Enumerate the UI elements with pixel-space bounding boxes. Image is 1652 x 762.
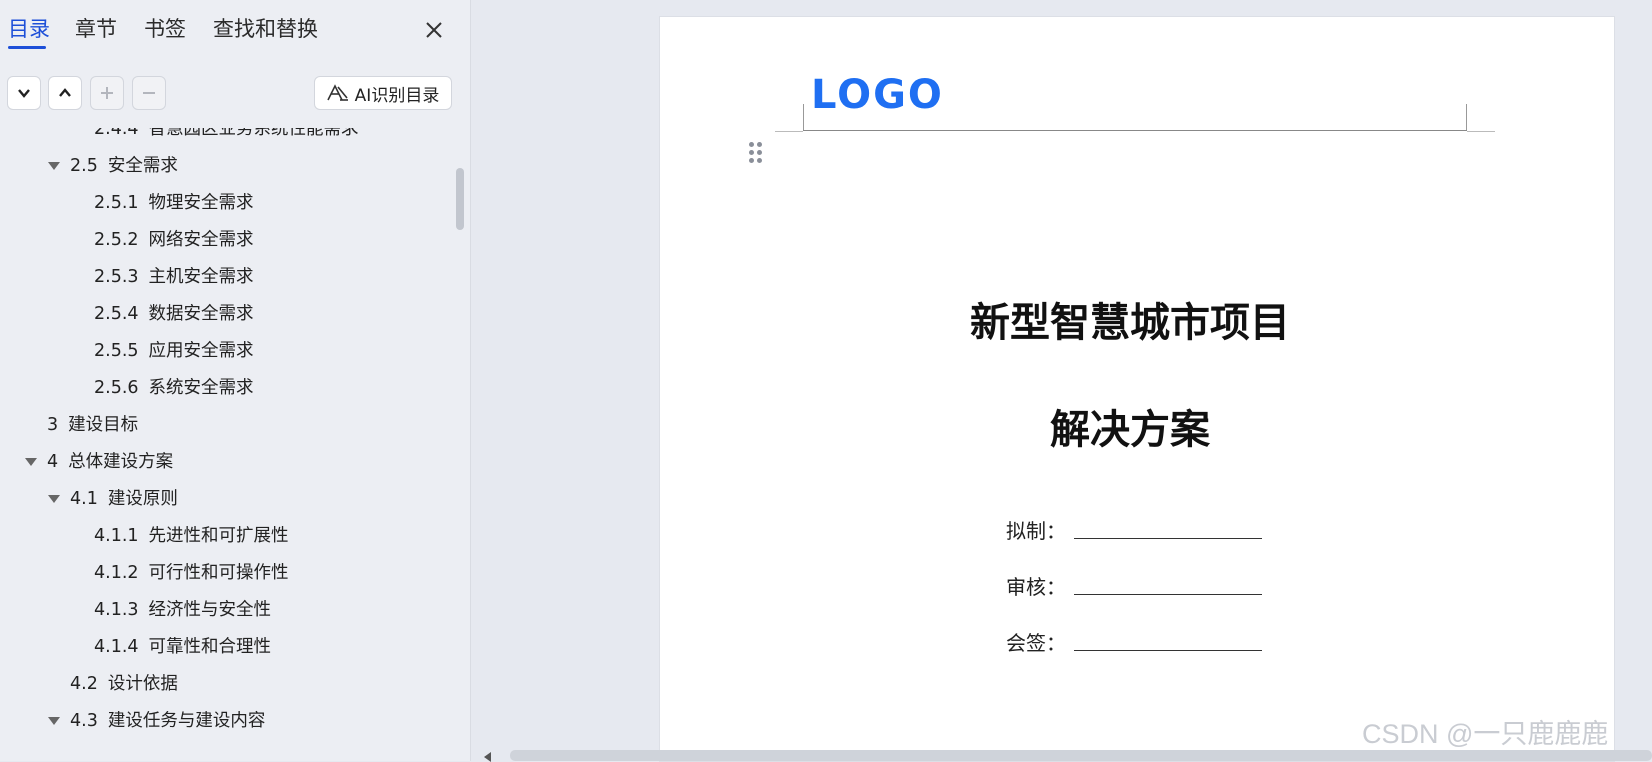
toc-item[interactable]: 4.2 设计依据 — [70, 669, 178, 699]
chevron-down-icon — [18, 89, 30, 98]
navigation-panel: 目录 章节 书签 查找和替换 AI识别目录 2.4.4 智慧园区业务系统性能需求… — [0, 0, 471, 761]
toc-item[interactable]: 2.5.4 数据安全需求 — [94, 299, 254, 329]
expand-all-button[interactable] — [7, 76, 41, 110]
close-icon — [426, 22, 442, 38]
sign-blank-review[interactable] — [1074, 594, 1262, 595]
margin-guide — [1467, 131, 1495, 132]
ai-button-label: AI识别目录 — [354, 85, 440, 106]
active-tab-indicator — [8, 46, 46, 49]
document-title[interactable]: 新型智慧城市项目 — [880, 290, 1380, 348]
collapse-arrow-icon[interactable] — [48, 162, 60, 170]
sign-label-countersign: 会签： — [1006, 631, 1066, 655]
toc-scrollbar[interactable] — [456, 168, 464, 230]
ai-recognize-toc-button[interactable]: AI识别目录 — [314, 76, 452, 110]
collapse-arrow-icon[interactable] — [48, 495, 60, 503]
document-subtitle[interactable]: 解决方案 — [880, 397, 1380, 455]
plus-icon — [101, 87, 113, 99]
toc-item[interactable]: 2.5.2 网络安全需求 — [94, 225, 254, 255]
margin-guide — [775, 131, 803, 132]
panel-tabs: 目录 章节 书签 查找和替换 — [0, 0, 470, 58]
toc-item[interactable]: 2.5.1 物理安全需求 — [94, 188, 254, 218]
header-rule — [803, 130, 1467, 131]
remove-heading-button[interactable] — [132, 76, 166, 110]
chevron-up-icon — [59, 88, 71, 97]
logo: LOGO — [811, 72, 944, 118]
toc-item[interactable]: 2.5.5 应用安全需求 — [94, 336, 254, 366]
sign-blank-countersign[interactable] — [1074, 650, 1262, 651]
toc-item[interactable]: 2.4.4 智慧园区业务系统性能需求 — [94, 128, 359, 144]
ai-icon — [326, 84, 348, 101]
close-panel-button[interactable] — [420, 16, 448, 44]
tab-bookmarks[interactable]: 书签 — [144, 14, 186, 44]
tab-chapters[interactable]: 章节 — [75, 14, 117, 44]
horizontal-scrollbar[interactable] — [510, 750, 1652, 761]
toc-item[interactable]: 4.1.4 可靠性和合理性 — [94, 632, 271, 662]
sign-label-review: 审核： — [1006, 575, 1066, 599]
sign-blank-draft[interactable] — [1074, 538, 1262, 539]
watermark: CSDN @一只鹿鹿鹿 — [1362, 719, 1609, 749]
toc-item[interactable]: 2.5 安全需求 — [48, 151, 178, 181]
toc-item[interactable]: 4 总体建设方案 — [25, 447, 173, 477]
toc-item[interactable]: 3 建设目标 — [47, 410, 138, 440]
collapse-all-button[interactable] — [48, 76, 82, 110]
drag-handle-icon[interactable] — [749, 142, 763, 166]
collapse-arrow-icon[interactable] — [25, 458, 37, 466]
toc-item[interactable]: 2.5.6 系统安全需求 — [94, 373, 254, 403]
toc-item[interactable]: 4.1.3 经济性与安全性 — [94, 595, 271, 625]
toc-item[interactable]: 2.5.3 主机安全需求 — [94, 262, 254, 292]
header-margin-mark — [1466, 104, 1467, 130]
header-margin-mark — [803, 104, 804, 130]
toc-item[interactable]: 4.1.1 先进性和可扩展性 — [94, 521, 289, 551]
add-heading-button[interactable] — [90, 76, 124, 110]
toc-item[interactable]: 4.1.2 可行性和可操作性 — [94, 558, 289, 588]
toc-toolbar: AI识别目录 — [0, 76, 470, 114]
toc-list: 2.4.4 智慧园区业务系统性能需求 2.5 安全需求 2.5.1 物理安全需求 2.… — [0, 120, 450, 761]
toc-item[interactable]: 4.1 建设原则 — [48, 484, 178, 514]
sign-label-draft: 拟制： — [1006, 519, 1066, 543]
tab-toc[interactable]: 目录 — [8, 14, 50, 44]
toc-item[interactable]: 4.3 建设任务与建设内容 — [48, 706, 265, 736]
minus-icon — [143, 92, 155, 94]
tab-find-replace[interactable]: 查找和替换 — [213, 14, 318, 44]
collapse-arrow-icon[interactable] — [48, 717, 60, 725]
